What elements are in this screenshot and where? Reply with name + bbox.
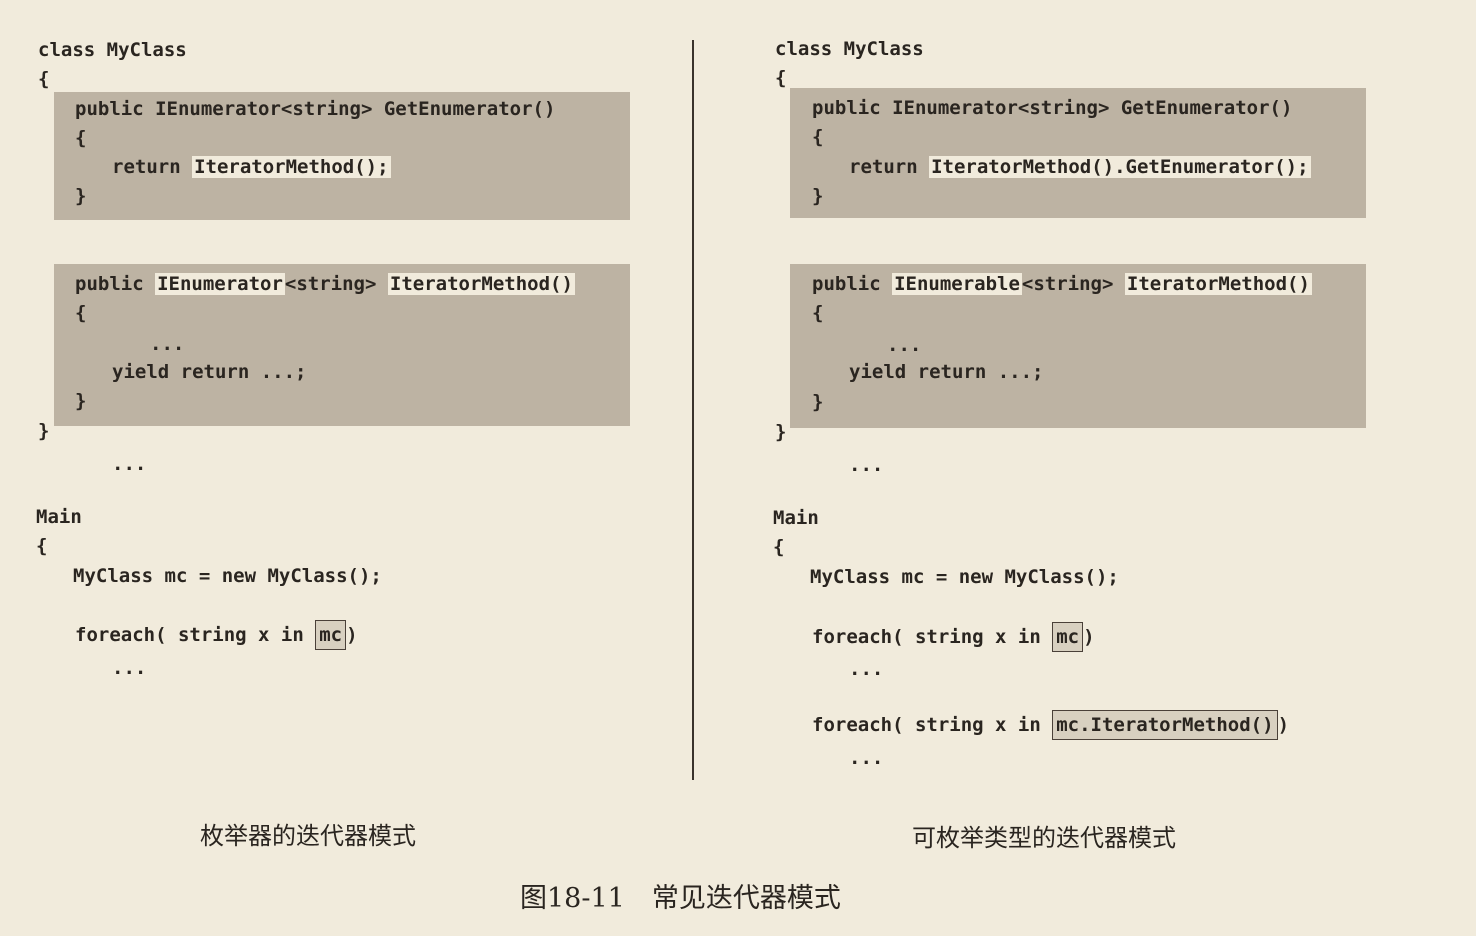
right-foreach1-line: foreach( string x in mc) <box>812 622 1095 652</box>
return-keyword: return <box>112 156 193 178</box>
right-type-arg: <string> <box>1021 273 1125 295</box>
left-foreach-line: foreach( string x in mc) <box>75 620 358 650</box>
left-close-brace: } <box>38 420 50 442</box>
right-open-brace: { <box>775 67 787 89</box>
right-iterator-method-signature: public IEnumerable <string> IteratorMetho… <box>812 272 1312 296</box>
left-open-brace: { <box>38 68 50 90</box>
right-block2-close: } <box>812 391 824 413</box>
right-foreach2-line: foreach( string x in mc.IteratorMethod()… <box>812 710 1289 740</box>
left-foreach-suffix: ) <box>346 624 358 646</box>
right-caption: 可枚举类型的迭代器模式 <box>912 824 1176 852</box>
left-get-enumerator-signature: public IEnumerator<string> GetEnumerator… <box>75 98 556 120</box>
left-return-expression: IteratorMethod(); <box>192 156 391 178</box>
left-block2-open: { <box>75 302 87 324</box>
right-foreach1-source-box: mc <box>1052 622 1084 652</box>
right-block2-dots: ... <box>887 334 922 356</box>
figure-caption: 图18-11 常见迭代器模式 <box>520 883 841 914</box>
left-return-line: return IteratorMethod(); <box>112 155 391 179</box>
left-foreach-dots: ... <box>112 657 147 679</box>
left-foreach-prefix: foreach( string x in <box>75 624 316 646</box>
right-after-dots: ... <box>849 454 884 476</box>
left-return-type: IEnumerator <box>155 273 285 295</box>
right-foreach1-dots: ... <box>849 658 884 680</box>
left-block2-dots: ... <box>150 333 185 355</box>
right-yield-line: yield return ...; <box>849 361 1044 383</box>
left-new-instance-line: MyClass mc = new MyClass(); <box>73 565 382 587</box>
right-close-brace: } <box>775 421 787 443</box>
right-return-type: IEnumerable <box>892 273 1022 295</box>
right-foreach1-suffix: ) <box>1083 626 1095 648</box>
right-foreach2-suffix: ) <box>1277 714 1290 736</box>
public-keyword: public <box>812 273 893 295</box>
left-class-decl: class MyClass <box>38 39 187 61</box>
right-class-decl: class MyClass <box>775 38 924 60</box>
right-return-line: return IteratorMethod().GetEnumerator(); <box>849 155 1311 179</box>
right-return-expression: IteratorMethod().GetEnumerator(); <box>929 156 1311 178</box>
right-foreach2-dots: ... <box>849 747 884 769</box>
right-block1-close: } <box>812 185 824 207</box>
left-caption: 枚举器的迭代器模式 <box>200 822 416 850</box>
right-new-instance-line: MyClass mc = new MyClass(); <box>810 566 1119 588</box>
left-type-arg: <string> <box>284 273 388 295</box>
right-iterator-method-name: IteratorMethod() <box>1124 273 1312 295</box>
left-main-label: Main <box>36 506 82 528</box>
left-block2-close: } <box>75 390 87 412</box>
right-main-open: { <box>773 536 785 558</box>
left-after-dots: ... <box>112 453 147 475</box>
right-block1-open: { <box>812 126 824 148</box>
right-main-label: Main <box>773 507 819 529</box>
panel-divider <box>692 40 694 780</box>
right-foreach1-prefix: foreach( string x in <box>812 626 1053 648</box>
left-foreach-source-box: mc <box>315 620 347 650</box>
left-iterator-method-signature: public IEnumerator <string> IteratorMetho… <box>75 272 575 296</box>
left-block1-open: { <box>75 127 87 149</box>
left-yield-line: yield return ...; <box>112 361 307 383</box>
public-keyword: public <box>75 273 156 295</box>
right-get-enumerator-signature: public IEnumerator<string> GetEnumerator… <box>812 97 1293 119</box>
right-foreach2-prefix: foreach( string x in <box>812 714 1053 736</box>
left-main-open: { <box>36 535 48 557</box>
return-keyword: return <box>849 156 930 178</box>
left-iterator-method-name: IteratorMethod() <box>387 273 575 295</box>
left-block1-close: } <box>75 185 87 207</box>
right-block2-open: { <box>812 302 824 324</box>
right-foreach2-source-box: mc.IteratorMethod() <box>1052 710 1278 740</box>
